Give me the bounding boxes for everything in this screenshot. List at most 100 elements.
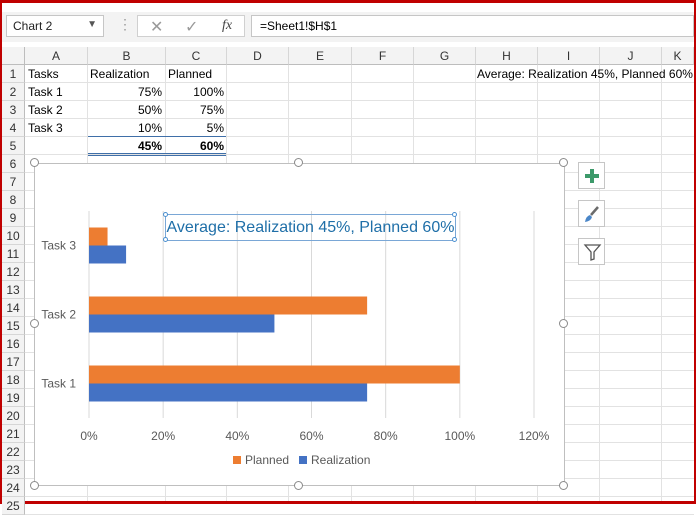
title-handle[interactable] (163, 212, 168, 217)
brush-icon (585, 206, 599, 222)
column-header-a[interactable]: A (25, 47, 88, 65)
row-header-4[interactable]: 4 (2, 119, 25, 137)
row-header-13[interactable]: 13 (2, 281, 25, 299)
column-header-h[interactable]: H (476, 47, 538, 65)
cell-a4[interactable]: Task 3 (28, 119, 63, 137)
x-tick-label: 60% (299, 429, 323, 443)
resize-handle[interactable] (294, 158, 303, 167)
plus-icon (585, 169, 599, 183)
cell-c2[interactable]: 100% (166, 83, 224, 101)
title-handle[interactable] (452, 212, 457, 217)
x-tick-label: 40% (225, 429, 249, 443)
row-header-3[interactable]: 3 (2, 101, 25, 119)
cell-c3[interactable]: 75% (166, 101, 224, 119)
column-gridline (661, 65, 662, 501)
bar-realization (89, 314, 275, 333)
x-tick-label: 80% (374, 429, 398, 443)
window-red-border-top (0, 0, 696, 3)
bar-planned (89, 296, 368, 315)
row-header-9[interactable]: 9 (2, 209, 25, 227)
cell-a1[interactable]: Tasks (28, 65, 59, 83)
row-header-6[interactable]: 6 (2, 155, 25, 173)
select-all-corner[interactable] (2, 47, 25, 65)
resize-handle[interactable] (559, 158, 568, 167)
cell-b1[interactable]: Realization (90, 65, 149, 83)
cell-b2[interactable]: 75% (88, 83, 162, 101)
resize-handle[interactable] (30, 158, 39, 167)
column-header-e[interactable]: E (289, 47, 352, 65)
cell-b3[interactable]: 50% (88, 101, 162, 119)
bar-chart: 0% 20% 40% 60% 80% 100% 120% Task 1 Task 2 Task 3… (41, 211, 550, 467)
cell-b4[interactable]: 10% (88, 119, 162, 137)
row-header-8[interactable]: 8 (2, 191, 25, 209)
name-box[interactable]: Chart 2 ▼ (6, 15, 104, 37)
cell-a2[interactable]: Task 1 (28, 83, 63, 101)
row-header-15[interactable]: 15 (2, 317, 25, 335)
title-handle[interactable] (163, 237, 168, 242)
row-header-10[interactable]: 10 (2, 227, 25, 245)
row-header-18[interactable]: 18 (2, 371, 25, 389)
title-handle[interactable] (452, 237, 457, 242)
row-header-16[interactable]: 16 (2, 335, 25, 353)
legend-label-planned: Planned (245, 453, 289, 467)
x-tick-label: 20% (151, 429, 175, 443)
cancel-icon[interactable]: ✕ (150, 17, 163, 37)
formula-input[interactable]: =Sheet1!$H$1 (251, 15, 694, 37)
resize-handle[interactable] (294, 481, 303, 490)
cell-c4[interactable]: 5% (166, 119, 224, 137)
row-header-25[interactable]: 25 (2, 497, 25, 515)
cell-a3[interactable]: Task 2 (28, 101, 63, 119)
chart-filters-button[interactable] (578, 238, 605, 265)
row-header-12[interactable]: 12 (2, 263, 25, 281)
x-tick-label: 100% (444, 429, 475, 443)
column-header-i[interactable]: I (538, 47, 600, 65)
row-header-11[interactable]: 11 (2, 245, 25, 263)
resize-handle[interactable] (30, 481, 39, 490)
column-gridline (599, 65, 600, 501)
x-tick-label: 0% (80, 429, 98, 443)
row-header-7[interactable]: 7 (2, 173, 25, 191)
chevron-down-icon[interactable]: ▼ (87, 19, 97, 30)
resize-handle[interactable] (559, 319, 568, 328)
bar-planned (89, 227, 108, 246)
column-header-g[interactable]: G (414, 47, 476, 65)
chart-title[interactable]: Average: Realization 45%, Planned 60% (165, 214, 456, 241)
row-header-21[interactable]: 21 (2, 425, 25, 443)
row-header-24[interactable]: 24 (2, 479, 25, 497)
legend-label-realization: Realization (311, 453, 370, 467)
resize-handle[interactable] (559, 481, 568, 490)
y-category-label: Task 2 (41, 308, 76, 322)
row-header-1[interactable]: 1 (2, 65, 25, 83)
more-options-icon[interactable]: ⋮ (118, 16, 132, 33)
row-header-23[interactable]: 23 (2, 461, 25, 479)
row-header-20[interactable]: 20 (2, 407, 25, 425)
bar-planned (89, 365, 460, 384)
row-header-14[interactable]: 14 (2, 299, 25, 317)
row-header-19[interactable]: 19 (2, 389, 25, 407)
bar-realization (89, 245, 127, 264)
column-header-b[interactable]: B (88, 47, 166, 65)
cell-h1[interactable]: Average: Realization 45%, Planned 60% (477, 65, 693, 83)
cell-c1[interactable]: Planned (168, 65, 212, 83)
resize-handle[interactable] (30, 319, 39, 328)
column-header-k[interactable]: K (662, 47, 694, 65)
column-header-f[interactable]: F (352, 47, 414, 65)
filter-icon (583, 244, 602, 261)
insert-function-icon[interactable]: fx (222, 18, 232, 34)
chart-elements-button[interactable] (578, 162, 605, 189)
chart-styles-button[interactable] (578, 200, 605, 227)
total-double-border (88, 153, 226, 156)
column-header-d[interactable]: D (227, 47, 289, 65)
enter-check-icon[interactable]: ✓ (185, 17, 198, 37)
formula-buttons: ✕ ✓ fx (137, 15, 245, 37)
row-header-2[interactable]: 2 (2, 83, 25, 101)
legend-swatch-planned (233, 456, 241, 464)
formula-value: =Sheet1!$H$1 (260, 19, 338, 33)
column-header-c[interactable]: C (166, 47, 227, 65)
y-category-label: Task 1 (41, 377, 76, 391)
row-header-17[interactable]: 17 (2, 353, 25, 371)
row-header-5[interactable]: 5 (2, 137, 25, 155)
row-header-22[interactable]: 22 (2, 443, 25, 461)
name-box-value: Chart 2 (13, 19, 53, 33)
column-header-j[interactable]: J (600, 47, 662, 65)
